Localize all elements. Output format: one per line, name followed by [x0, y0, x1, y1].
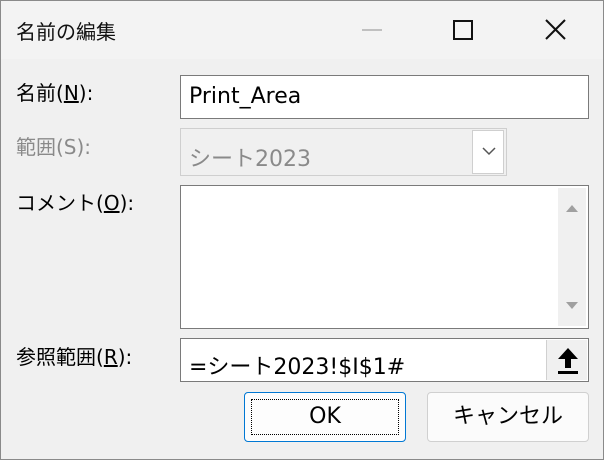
close-button[interactable]	[532, 9, 578, 51]
name-label-suffix: ):	[78, 81, 94, 105]
refers-to-label: 参照範囲(R):	[16, 341, 132, 370]
close-icon	[545, 19, 566, 40]
name-label: 名前(N):	[16, 77, 93, 106]
cancel-button[interactable]: キャンセル	[427, 392, 589, 442]
scope-label: 範囲(S):	[16, 135, 92, 159]
comment-scrollbar[interactable]	[558, 188, 586, 326]
minimize-button[interactable]	[349, 9, 395, 51]
maximize-icon	[453, 20, 473, 40]
refers-to-label-suffix: ):	[117, 345, 133, 369]
arrow-up-icon	[558, 348, 578, 374]
refers-to-label-accesskey: R	[103, 345, 118, 369]
ok-button[interactable]: OK	[244, 392, 406, 442]
title-bar[interactable]: 名前の編集	[1, 1, 603, 59]
refers-to-label-text: 参照範囲(	[16, 345, 104, 369]
triangle-up-icon[interactable]	[566, 204, 578, 212]
collapse-dialog-button[interactable]	[546, 340, 587, 380]
comment-label-text: コメント(	[16, 191, 104, 215]
maximize-button[interactable]	[440, 9, 486, 51]
comment-label-suffix: ):	[119, 191, 135, 215]
dialog-title: 名前の編集	[16, 20, 116, 44]
name-label-accesskey: N	[63, 81, 79, 105]
comment-label-accesskey: O	[103, 191, 120, 215]
chevron-down-icon	[482, 147, 496, 156]
edit-name-dialog: 名前の編集 名前(N): Print_Area 範囲(S): シート2023 コ…	[0, 0, 604, 460]
triangle-down-icon[interactable]	[566, 302, 578, 310]
scope-dropdown-button[interactable]	[472, 130, 504, 174]
refers-to-input[interactable]: =シート2023!$I$1#	[180, 338, 589, 382]
minimize-icon	[362, 29, 382, 31]
name-label-text: 名前(	[16, 81, 64, 105]
comment-label: コメント(O):	[16, 187, 134, 216]
comment-textarea[interactable]	[180, 185, 589, 329]
scope-select[interactable]: シート2023	[180, 128, 507, 176]
name-input[interactable]: Print_Area	[180, 75, 589, 119]
focus-ring	[251, 399, 399, 435]
